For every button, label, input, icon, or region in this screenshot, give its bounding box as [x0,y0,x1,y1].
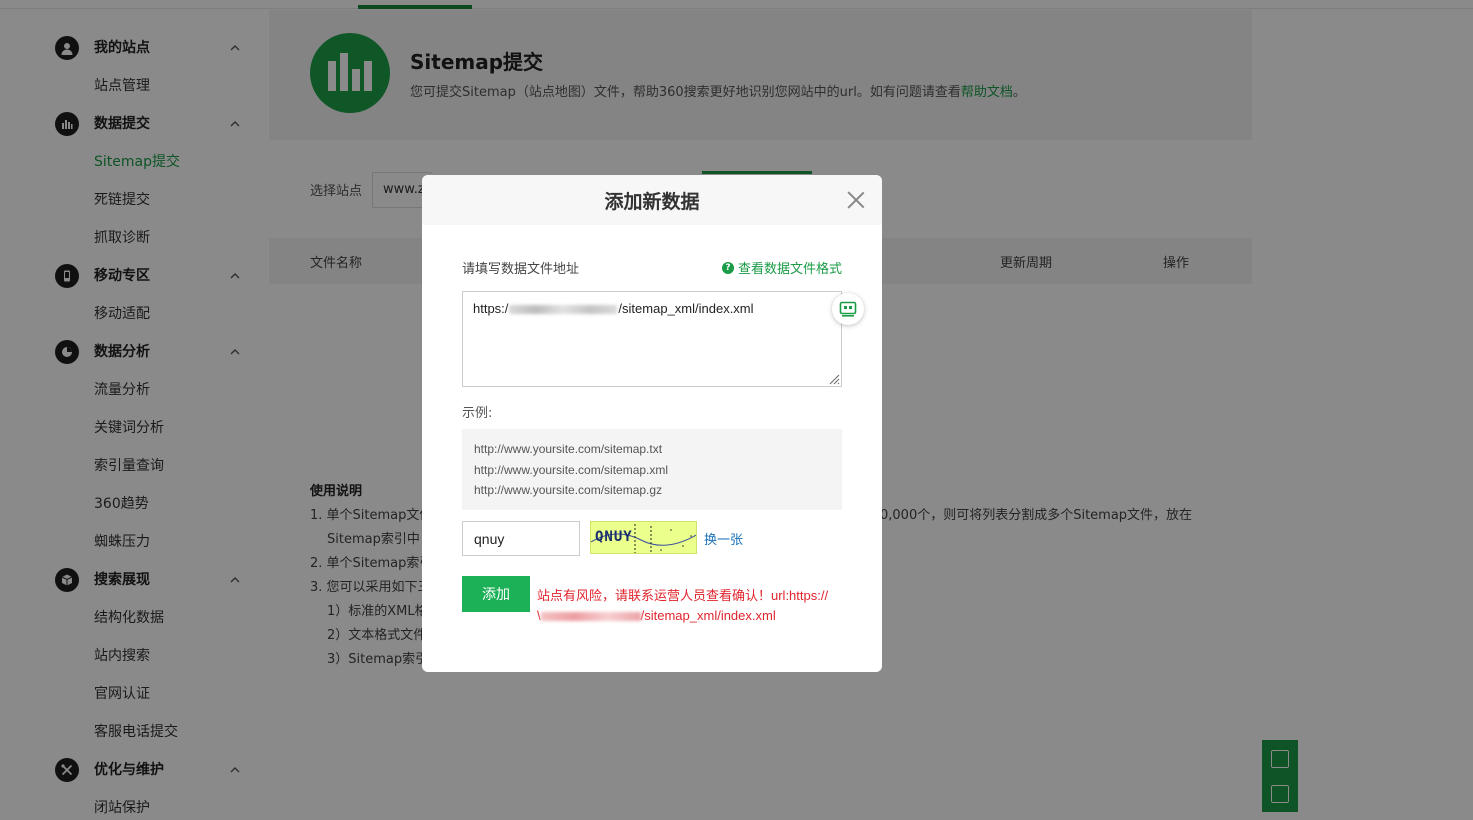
resize-handle-icon[interactable] [826,371,840,385]
risk-error-line-2: \/sitemap_xml/index.xml [537,608,776,623]
example-url: http://www.yoursite.com/sitemap.txt [474,442,663,456]
captcha-code: QNUY [595,529,633,545]
risk-error-message: 站点有风险，请联系运营人员查看确认！url:https:// \/sitemap… [537,586,837,626]
url-textarea-value: https://sitemap_xml/index.xml [473,301,754,316]
question-icon: ? [722,261,734,274]
view-format-link[interactable]: ? 查看数据文件格式 [722,258,842,277]
example-box: http://www.yoursite.com/sitemap.txt http… [462,429,842,510]
captcha-refresh-link[interactable]: 换一张 [704,529,743,548]
captcha-input[interactable] [462,521,580,556]
add-data-modal: 添加新数据 请填写数据文件地址 ? 查看数据文件格式 https://sitem… [422,175,882,672]
keyboard-helper-icon[interactable] [832,293,864,325]
close-icon[interactable] [846,190,866,210]
add-button[interactable]: 添加 [462,576,530,612]
example-url: http://www.yoursite.com/sitemap.xml [474,462,669,477]
url-field-label: 请填写数据文件地址 [462,262,580,277]
redacted-domain [509,305,618,315]
redacted-domain [540,612,641,622]
captcha-image[interactable]: QNUY [590,521,697,554]
example-label: 示例: [462,406,493,421]
example-url: http://www.yoursite.com/sitemap.gz [474,483,663,497]
view-format-link-label: 查看数据文件格式 [738,262,843,277]
modal-title: 添加新数据 [604,191,700,213]
risk-error-line-1: 站点有风险，请联系运营人员查看确认！url:https:// [537,588,829,603]
